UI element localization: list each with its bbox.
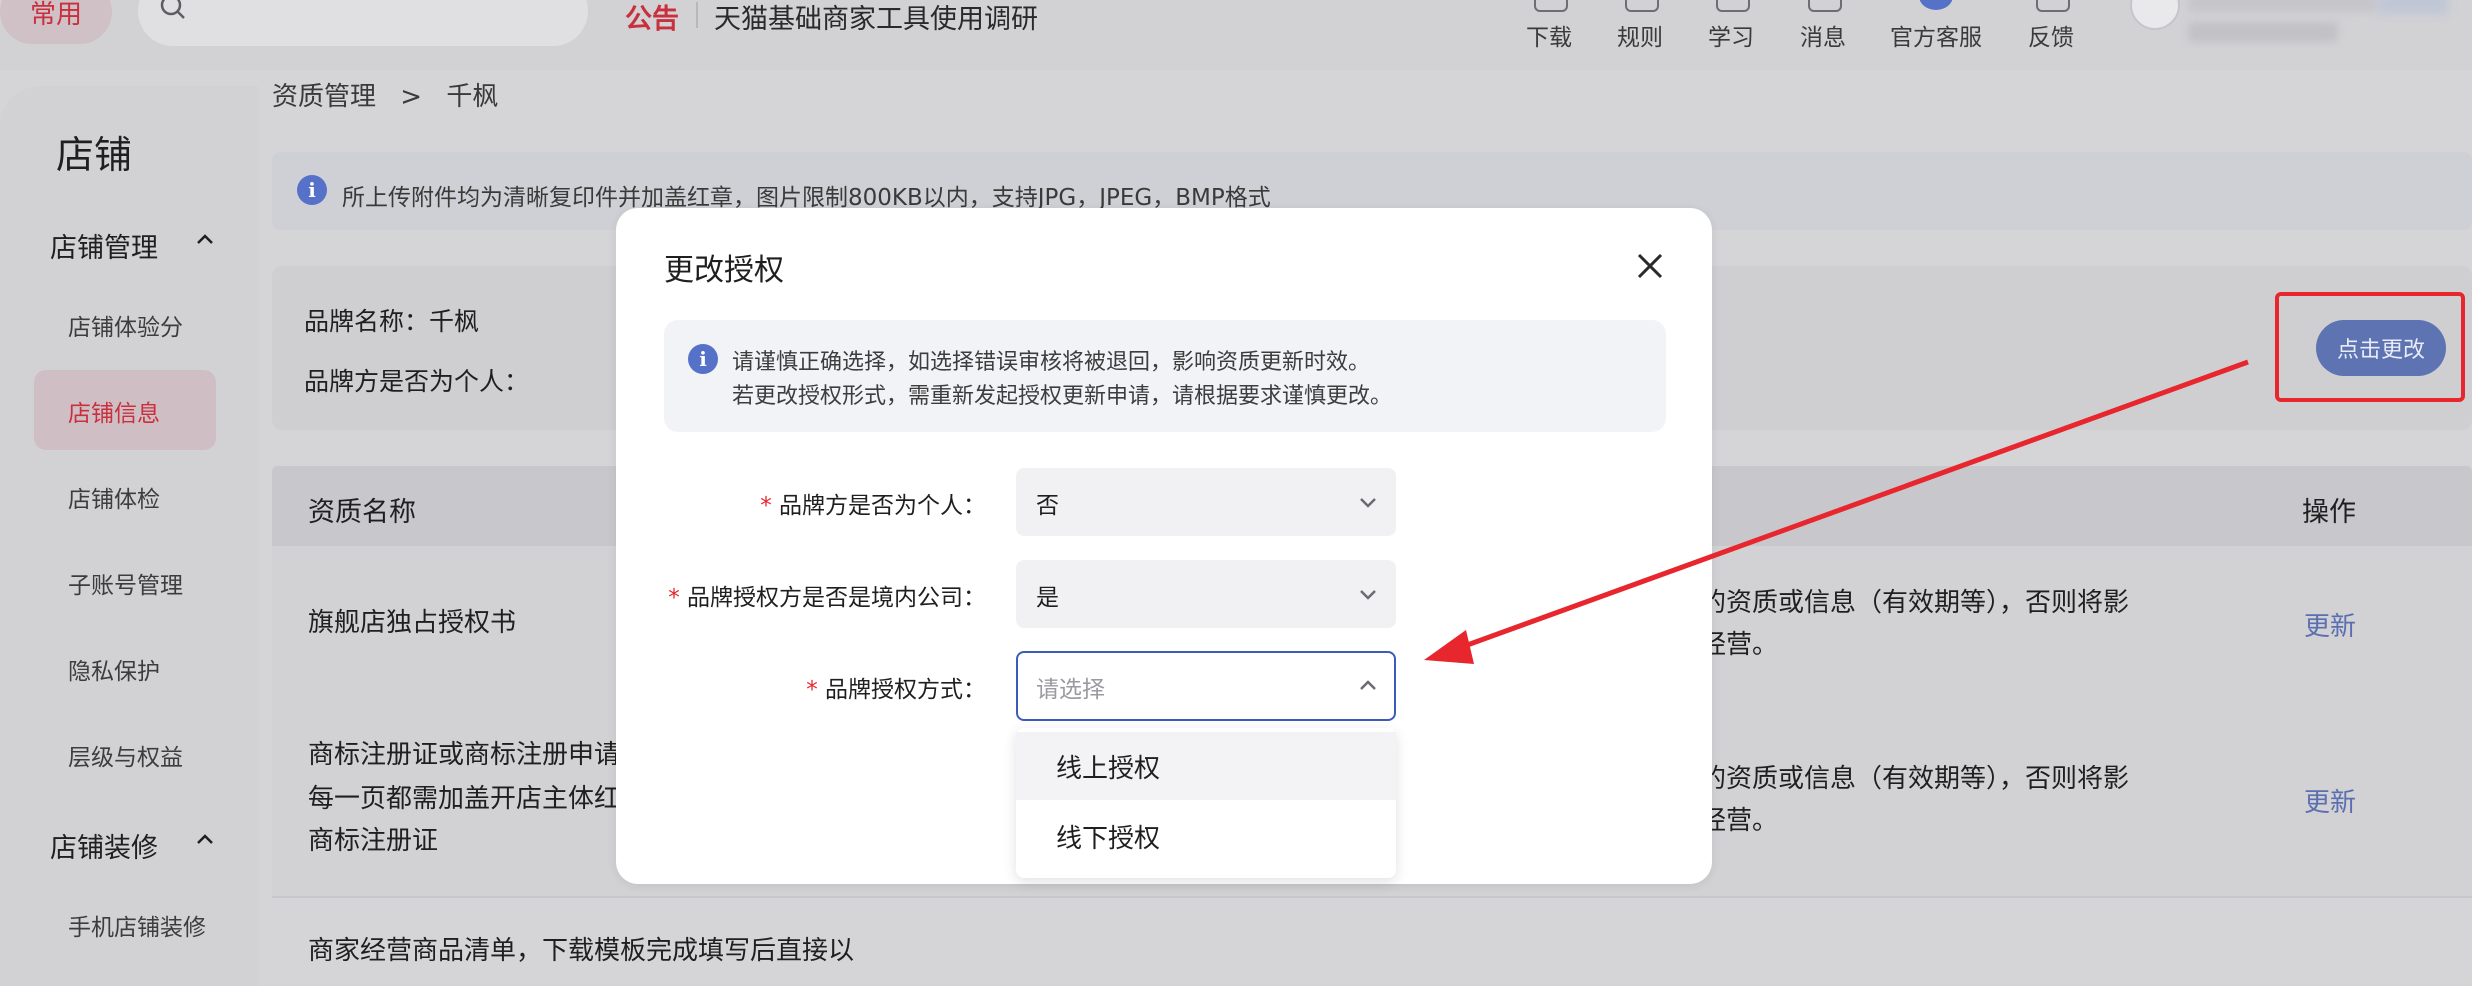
- chevron-up-icon: [197, 834, 213, 844]
- common-button[interactable]: 常用: [0, 0, 112, 44]
- sidebar-item-level-benefits[interactable]: 层级与权益: [68, 738, 183, 772]
- close-icon[interactable]: [1632, 248, 1668, 284]
- update-link[interactable]: 更新: [2304, 606, 2356, 643]
- search-icon: [160, 0, 185, 19]
- message-icon: [1808, 0, 1842, 12]
- chevron-up-icon: [197, 234, 213, 244]
- brand-personal-label: 品牌方是否为个人：: [304, 367, 530, 396]
- domestic-company-select[interactable]: [1016, 560, 1396, 628]
- nav-message[interactable]: 消息: [1797, 18, 1849, 52]
- row-name: 商家经营商品清单，下载模板完成填写后直接以: [308, 936, 855, 966]
- breadcrumb-separator: >: [400, 82, 423, 112]
- modal-title: 更改授权: [664, 253, 784, 288]
- row-name: 商标注册证或商标注册申请: [308, 740, 621, 770]
- sidebar-item-experience-score[interactable]: 店铺体验分: [68, 308, 183, 342]
- nav-rules[interactable]: 规则: [1614, 18, 1666, 52]
- rules-icon: [1625, 0, 1659, 12]
- download-icon: [1534, 0, 1568, 12]
- nav-feedback[interactable]: 反馈: [2025, 18, 2077, 52]
- row-name: 商标注册证: [308, 826, 439, 856]
- select-value: 是: [1036, 585, 1059, 611]
- required-mark: *: [760, 493, 772, 519]
- chevron-up-icon: [1360, 680, 1376, 690]
- row-name: 每一页都需加盖开店主体红: [308, 784, 621, 814]
- option-online-authorization[interactable]: 线上授权: [1016, 732, 1396, 800]
- update-link[interactable]: 更新: [2304, 782, 2356, 819]
- field-label-text: 品牌授权方是否是境内公司：: [687, 585, 986, 611]
- field-label-domestic-company: * 品牌授权方是否是境内公司：: [666, 578, 986, 612]
- brand-name: 品牌名称：千枫: [304, 307, 480, 336]
- sidebar-item-sub-accounts[interactable]: 子账号管理: [68, 566, 183, 600]
- chevron-down-icon: [1360, 498, 1376, 508]
- notice-tag: 公告: [625, 4, 679, 35]
- warning-line-2: 若更改授权形式，需重新发起授权更新申请，请根据要求谨慎更改。: [732, 384, 1393, 409]
- row-note: 的资质或信息（有效期等），否则将影: [1700, 764, 2130, 794]
- breadcrumb-current: 千枫: [446, 82, 499, 112]
- info-icon: i: [297, 175, 327, 205]
- field-label-text: 品牌授权方式：: [825, 677, 986, 703]
- account-name-blurred: [2188, 0, 2378, 12]
- field-label-text: 品牌方是否为个人：: [779, 493, 986, 519]
- column-qualification-name: 资质名称: [308, 497, 416, 528]
- row-name: 旗舰店独占授权书: [308, 608, 517, 638]
- sidebar-title: 店铺: [56, 133, 133, 177]
- sidebar-item-privacy[interactable]: 隐私保护: [68, 652, 160, 686]
- row-note: 的资质或信息（有效期等），否则将影: [1700, 588, 2130, 618]
- breadcrumb-parent[interactable]: 资质管理: [272, 82, 376, 112]
- nav-learn[interactable]: 学习: [1705, 18, 1757, 52]
- common-label: 常用: [29, 0, 82, 30]
- chevron-down-icon: [1360, 590, 1376, 600]
- notice-link[interactable]: 天猫基础商家工具使用调研: [714, 0, 1038, 36]
- feedback-icon: [2036, 0, 2070, 12]
- annotation-highlight-box: [2275, 292, 2465, 402]
- required-mark: *: [668, 585, 680, 611]
- modal-warning-box: [664, 320, 1666, 432]
- select-value: 否: [1036, 493, 1059, 519]
- warning-line-1: 请谨慎正确选择，如选择错误审核将被退回，影响资质更新时效。: [732, 350, 1371, 375]
- column-action: 操作: [2302, 497, 2356, 528]
- nav-download[interactable]: 下载: [1524, 18, 1574, 52]
- field-label-authorization-method: * 品牌授权方式：: [666, 670, 986, 704]
- account-sub-blurred: [2188, 22, 2338, 42]
- info-icon: i: [688, 344, 718, 374]
- upload-info-text: 所上传附件均为清晰复印件并加盖红章，图片限制800KB以内，支持JPG，JPEG…: [342, 185, 1271, 211]
- required-mark: *: [806, 677, 818, 703]
- search-input[interactable]: [138, 0, 588, 46]
- learn-icon: [1716, 0, 1750, 12]
- sidebar-item-store-info[interactable]: 店铺信息: [68, 394, 160, 428]
- sidebar-group-store-decoration[interactable]: 店铺装修: [50, 826, 158, 865]
- account-badge-blurred: [2378, 0, 2448, 14]
- brand-personal-select[interactable]: [1016, 468, 1396, 536]
- sidebar-item-store-check[interactable]: 店铺体检: [68, 480, 160, 514]
- select-placeholder: 请选择: [1036, 677, 1105, 703]
- breadcrumb: 资质管理 > 千枫: [272, 76, 498, 113]
- sidebar-group-store-management[interactable]: 店铺管理: [50, 226, 158, 265]
- sidebar-item-mobile-decoration[interactable]: 手机店铺装修: [68, 908, 206, 942]
- nav-support[interactable]: 官方客服: [1888, 18, 1984, 52]
- field-label-brand-personal: * 品牌方是否为个人：: [666, 486, 986, 520]
- option-offline-authorization[interactable]: 线下授权: [1016, 802, 1396, 870]
- notice-divider: [696, 2, 698, 28]
